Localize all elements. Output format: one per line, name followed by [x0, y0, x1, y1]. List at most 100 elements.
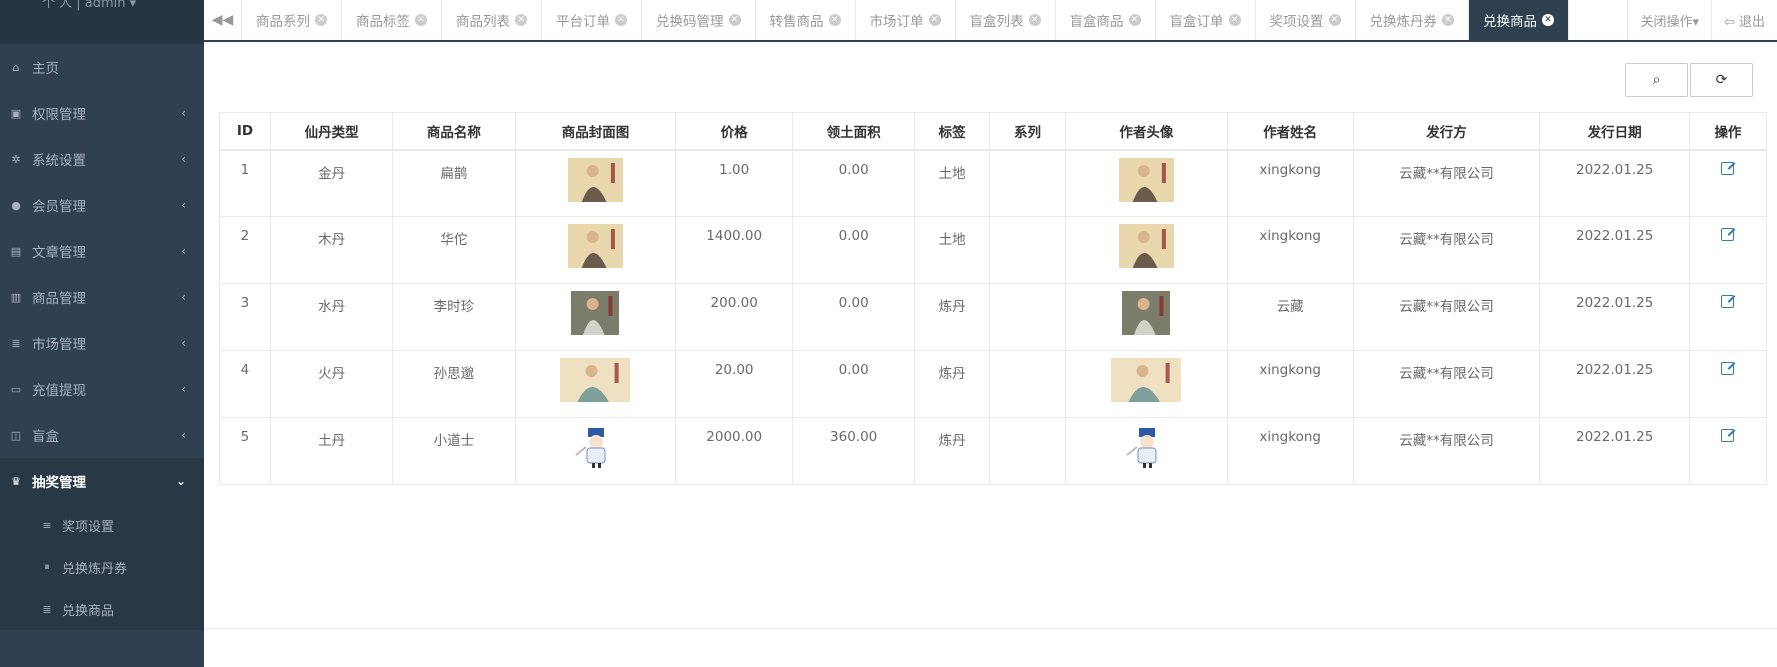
close-icon[interactable]: ✕ [1128, 14, 1141, 26]
author-avatar-cell [1064, 417, 1228, 485]
chevron-left-icon: ‹ [181, 382, 186, 396]
column-header[interactable]: 系列 [989, 112, 1066, 151]
tab-0[interactable]: 商品系列 ✕ [242, 0, 342, 40]
cell-date: 2022.01.25 [1539, 149, 1690, 217]
sidebar-item-6[interactable]: ≣ 市场管理 ‹ [0, 320, 204, 366]
close-icon[interactable]: ✕ [1328, 14, 1341, 26]
edit-icon[interactable] [1721, 295, 1735, 308]
sidebar-item-5[interactable]: ▥ 商品管理 ‹ [0, 274, 204, 320]
close-icon[interactable]: ✕ [415, 14, 427, 26]
cell-area: 360.00 [791, 417, 916, 485]
chevron-left-icon: ‹ [181, 336, 186, 350]
table-row[interactable]: 5 土丹 小道士 2000.00 360.00 炼丹 xingkong 云藏**有限公司 2… [219, 417, 1768, 485]
cell-issuer: 云藏**有限公司 [1352, 283, 1541, 351]
chevron-left-icon: ‹ [181, 106, 186, 120]
edit-icon[interactable] [1721, 161, 1735, 175]
cell-type: 木丹 [269, 216, 394, 284]
cover-image[interactable] [571, 291, 620, 339]
tab-9[interactable]: 盲盒订单 ✕ [1156, 0, 1256, 40]
sidebar-item-2[interactable]: ✲ 系统设置 ‹ [0, 136, 204, 182]
sidebar-item-7[interactable]: ▭ 充值提现 ‹ [0, 366, 204, 412]
column-header[interactable]: 价格 [675, 112, 793, 151]
logout-button[interactable]: ⇦ 退出 [1710, 0, 1777, 40]
column-header[interactable]: 发行方 [1352, 112, 1541, 151]
edit-icon[interactable] [1721, 228, 1735, 241]
sidebar-subitem-0[interactable]: ≡ 奖项设置 [0, 504, 204, 546]
sidebar-subitem-1[interactable]: ⏸ 兑换炼丹券 [0, 546, 204, 588]
sidebar-item-8[interactable]: ◫ 盲盒 ‹ [0, 412, 204, 458]
column-header[interactable]: 标签 [914, 112, 991, 151]
tab-1[interactable]: 商品标签 ✕ [342, 0, 442, 40]
table-row[interactable]: 4 火丹 孙思邈 20.00 0.00 炼丹 xingkong 云藏**有限公司 2022.… [219, 350, 1768, 418]
tab-6[interactable]: 市场订单 ✕ [856, 0, 956, 40]
close-icon[interactable]: ✕ [515, 14, 527, 26]
close-icon[interactable]: ✕ [315, 14, 327, 26]
close-icon[interactable]: ✕ [828, 14, 841, 26]
close-ops-dropdown[interactable]: 关闭操作▾ [1627, 0, 1711, 40]
column-header[interactable]: 发行日期 [1539, 112, 1690, 151]
tab-8[interactable]: 盲盒商品 ✕ [1056, 0, 1156, 40]
close-icon[interactable]: ✕ [928, 14, 941, 26]
sidebar-item-0[interactable]: ⌂ 主页 [0, 44, 204, 90]
table-row[interactable]: 2 木丹 华佗 1400.00 0.00 土地 xingkong 云藏**有限公司 2022… [219, 216, 1768, 284]
tab-4[interactable]: 兑换码管理 ✕ [642, 0, 756, 40]
author-avatar[interactable] [1121, 425, 1171, 473]
sidebar-item-1[interactable]: ▣ 权限管理 ‹ [0, 90, 204, 136]
sidebar-item-3[interactable]: ● 会员管理 ‹ [0, 182, 204, 228]
search-button[interactable]: ⌕ [1625, 63, 1688, 97]
close-icon[interactable]: ✕ [1442, 14, 1454, 26]
cell-type: 火丹 [269, 350, 394, 418]
close-icon[interactable]: ✕ [728, 14, 741, 26]
tab-10[interactable]: 奖项设置 ✕ [1256, 0, 1356, 40]
author-avatar-cell [1064, 149, 1228, 217]
user-menu[interactable]: 个 人 | admin ▾ [42, 0, 136, 11]
author-avatar[interactable] [1118, 157, 1174, 206]
close-icon[interactable]: ✕ [615, 14, 627, 26]
tab-5[interactable]: 转售商品 ✕ [756, 0, 856, 40]
tab-11[interactable]: 兑换炼丹券 ✕ [1356, 0, 1469, 40]
column-header[interactable]: 作者姓名 [1226, 112, 1354, 151]
column-header[interactable]: 领土面积 [791, 112, 916, 151]
tab-12[interactable]: 兑换商品 ✕ [1469, 0, 1569, 40]
tab-2[interactable]: 商品列表 ✕ [442, 0, 542, 40]
table-row[interactable]: 1 金丹 扁鹊 1.00 0.00 土地 xingkong 云藏**有限公司 2022.01… [219, 149, 1768, 217]
sidebar-item-lottery[interactable]: ♛ 抽奖管理 ⌄ [0, 458, 204, 504]
cell-date: 2022.01.25 [1539, 350, 1690, 418]
sidebar-item-4[interactable]: ▤ 文章管理 ‹ [0, 228, 204, 274]
table-row[interactable]: 3 水丹 李时珍 200.00 0.00 炼丹 云藏 云藏**有限公司 2022.01.25 [219, 283, 1768, 351]
close-icon[interactable]: ✕ [1228, 14, 1241, 26]
cell-price: 2000.00 [675, 417, 793, 485]
close-icon[interactable]: ✕ [1028, 14, 1041, 26]
column-header[interactable]: 商品封面图 [514, 112, 677, 151]
cover-image[interactable] [567, 157, 623, 206]
cell-id: 2 [219, 216, 271, 284]
chevron-down-icon: ⌄ [175, 474, 186, 488]
lock-icon: ▣ [10, 106, 22, 120]
column-header[interactable]: 商品名称 [392, 112, 516, 151]
author-avatar[interactable] [1122, 291, 1171, 339]
edit-icon[interactable] [1721, 429, 1735, 442]
tabs-scroll-left-button[interactable]: ◀◀ [204, 0, 242, 40]
tab-3[interactable]: 平台订单 ✕ [542, 0, 642, 40]
cover-image[interactable] [570, 425, 620, 473]
cell-area: 0.00 [791, 350, 916, 418]
tab-7[interactable]: 盲盒列表 ✕ [956, 0, 1056, 40]
close-icon[interactable]: ✕ [1542, 14, 1554, 26]
products-table: ID 仙丹类型 商品名称 商品封面图 价格 领土面积 标签 系列 作者头像 作者姓名 发行方 发行日期… [219, 112, 1768, 485]
sidebar-subitem-label: 奖项设置 [62, 519, 115, 535]
sidebar-subitem-2[interactable]: ≣ 兑换商品 [0, 588, 204, 630]
sidebar-subitem-label: 兑换商品 [62, 603, 115, 619]
refresh-button[interactable]: ⟳ [1690, 63, 1753, 97]
cover-image[interactable] [567, 224, 623, 272]
edit-icon[interactable] [1721, 362, 1735, 375]
cover-image[interactable] [560, 358, 631, 406]
sidebar-item-label: 市场管理 [32, 337, 86, 353]
column-header[interactable]: 仙丹类型 [269, 112, 394, 151]
column-header[interactable]: 作者头像 [1064, 112, 1228, 151]
column-header[interactable]: 操作 [1688, 112, 1768, 151]
column-header[interactable]: ID [219, 112, 271, 151]
author-avatar[interactable] [1111, 358, 1182, 406]
list-icon: ≣ [11, 336, 21, 350]
author-avatar[interactable] [1118, 224, 1174, 272]
tab-bar: ◀◀ 商品系列 ✕ 商品标签 ✕ 商品列表 ✕ 平台订单 ✕ 兑换码管理 ✕ 转售商品 ✕ 市场订单 ✕ 盲… [204, 0, 1777, 42]
